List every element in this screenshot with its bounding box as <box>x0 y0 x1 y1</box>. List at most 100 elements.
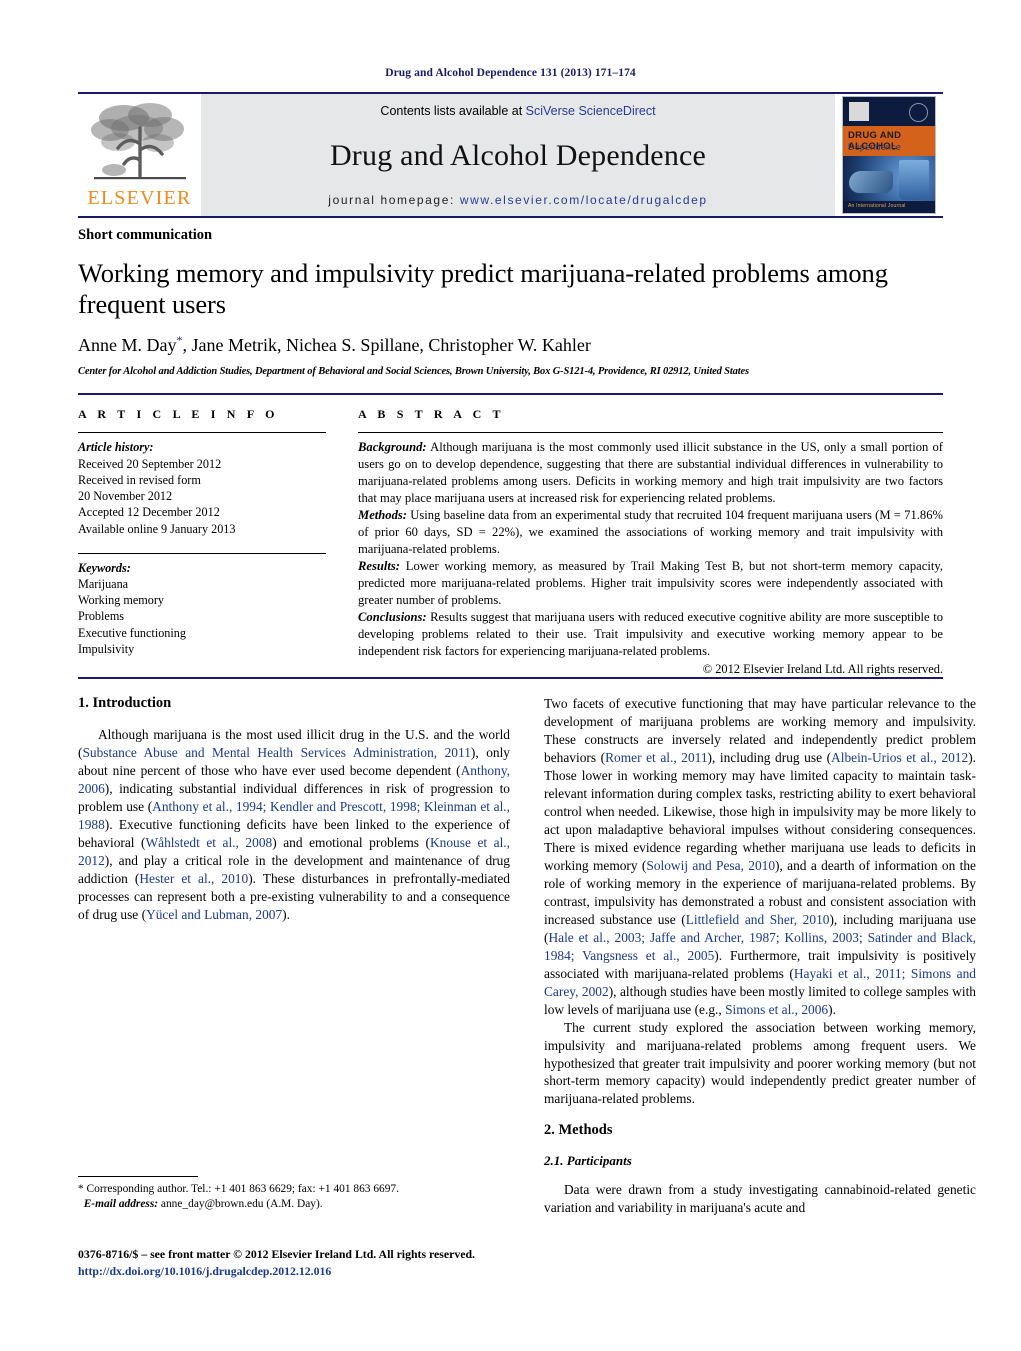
body-text: ). Those lower in working memory may hav… <box>544 750 977 874</box>
abstract-body: Background: Although marijuana is the mo… <box>358 439 943 660</box>
history-item: 20 November 2012 <box>78 489 173 504</box>
section-heading-methods: 2. Methods <box>544 1122 613 1139</box>
doi-link[interactable]: http://dx.doi.org/10.1016/j.drugalcdep.2… <box>78 1263 678 1280</box>
homepage-url-link[interactable]: www.elsevier.com/locate/drugalcdep <box>460 193 708 207</box>
abstract-methods: Methods: Using baseline data from an exp… <box>358 507 943 558</box>
footnote-corresponding-text: Corresponding author. Tel.: +1 401 863 6… <box>83 1183 399 1195</box>
body-text: ) and emotional problems ( <box>272 835 430 851</box>
abstract-copyright: © 2012 Elsevier Ireland Ltd. All rights … <box>702 662 943 677</box>
body-column-right: Two facets of executive functioning that… <box>544 695 976 1217</box>
abstract-results-label: Results: <box>358 559 400 574</box>
info-and-abstract: A R T I C L E I N F O Article history: R… <box>78 393 943 677</box>
document-type: Short communication <box>78 227 213 243</box>
section-heading-introduction: 1. Introduction <box>78 695 172 712</box>
abstract-methods-label: Methods: <box>358 508 407 523</box>
citation-link[interactable]: Simons et al., 2006 <box>725 1002 828 1017</box>
article-header: Short communication Working memory and i… <box>78 216 943 377</box>
citation-link[interactable]: Solowij and Pesa, 2010 <box>646 858 775 873</box>
citation-link[interactable]: Hester et al., 2010 <box>139 871 248 886</box>
journal-homepage-line: journal homepage: www.elsevier.com/locat… <box>328 193 707 207</box>
keyword-item: Marijuana <box>78 577 129 591</box>
cover-elsevier-mark-icon <box>849 102 869 121</box>
keywords-block: Keywords: Marijuana Working memory Probl… <box>78 560 326 657</box>
article-info-rule <box>78 432 326 434</box>
issn-copyright-line: 0376-8716/$ – see front matter © 2012 El… <box>78 1247 475 1261</box>
corresponding-email-link[interactable]: anne_day@brown.edu <box>161 1198 264 1210</box>
intro-paragraph-2-cont: Two facets of executive functioning that… <box>544 695 976 1018</box>
article-info-column: A R T I C L E I N F O Article history: R… <box>78 407 326 677</box>
citation-link[interactable]: Littlefield and Sher, 2010 <box>686 912 830 927</box>
abstract-background-text: Although marijuana is the most commonly … <box>358 440 943 506</box>
authors-names: Anne M. Day*, Jane Metrik, Nichea S. Spi… <box>78 333 591 356</box>
cover-bottom-bar: An International Journal <box>843 201 935 213</box>
body-text: Data were drawn from a study investigati… <box>544 1182 976 1216</box>
elsevier-logo: ELSEVIER <box>78 94 201 216</box>
cover-hand-shape <box>849 171 893 193</box>
paper-page: Drug and Alcohol Dependence 131 (2013) 1… <box>0 0 1021 1351</box>
history-item: Available online 9 January 2013 <box>78 521 236 536</box>
sciencedirect-link[interactable]: SciVerse ScienceDirect <box>526 104 656 118</box>
journal-masthead: ELSEVIER Contents lists available at Sci… <box>78 92 943 216</box>
history-item: Accepted 12 December 2012 <box>78 505 220 520</box>
subsection-heading-participants: 2.1. Participants <box>544 1153 632 1169</box>
citation-link[interactable]: Albein-Urios et al., 2012 <box>831 750 968 765</box>
participants-paragraph-1: Data were drawn from a study investigati… <box>544 1181 976 1217</box>
abstract-conclusions-label: Conclusions: <box>358 610 427 625</box>
keyword-item: Impulsivity <box>78 641 135 656</box>
abstract-results-text: Lower working memory, as measured by Tra… <box>358 559 943 608</box>
abstract-conclusions: Conclusions: Results suggest that mariju… <box>358 609 943 660</box>
abstract-conclusions-text: Results suggest that marijuana users wit… <box>358 610 943 659</box>
intro-paragraph-3: The current study explored the associati… <box>544 1019 976 1109</box>
page-title: Working memory and impulsivity predict m… <box>78 258 888 319</box>
author-list: Anne M. Day*, Jane Metrik, Nichea S. Spi… <box>78 333 943 356</box>
corresponding-author-note: * Corresponding author. Tel.: +1 401 863… <box>78 1182 510 1213</box>
cover-image: DRUG AND ALCOHOL Dependence An Internati… <box>842 96 936 214</box>
citation-link[interactable]: Substance Abuse and Mental Health Servic… <box>82 745 470 760</box>
elsevier-tree-icon <box>90 103 186 180</box>
email-suffix: (A.M. Day). <box>263 1198 323 1211</box>
elsevier-wordmark: ELSEVIER <box>87 187 192 209</box>
keyword-item: Working memory <box>78 593 165 608</box>
corresponding-author-marker: * <box>176 333 183 348</box>
article-history-block: Article history: Received 20 September 2… <box>78 439 326 536</box>
author-affiliation: Center for Alcohol and Addiction Studies… <box>78 366 749 378</box>
body-text: ), including drug use ( <box>707 750 832 766</box>
keyword-item: Problems <box>78 609 125 624</box>
journal-cover-thumbnail: DRUG AND ALCOHOL Dependence An Internati… <box>835 94 943 216</box>
body-text: The current study explored the associati… <box>544 1019 976 1107</box>
cover-title-line2: Dependence <box>848 142 902 152</box>
homepage-prefix: journal homepage: <box>328 193 460 207</box>
footnote-rule <box>78 1176 198 1177</box>
abstract-label: A B S T R A C T <box>358 407 505 422</box>
article-history-heading: Article history: <box>78 440 154 455</box>
abstract-rule <box>358 432 943 434</box>
abstract-background-label: Background: <box>358 440 427 455</box>
contents-prefix: Contents lists available at <box>380 104 526 118</box>
journal-title: Drug and Alcohol Dependence <box>329 138 707 172</box>
footnote-area: * Corresponding author. Tel.: +1 401 863… <box>78 1176 510 1213</box>
body-text: ). <box>282 907 290 922</box>
cover-title-band: DRUG AND ALCOHOL Dependence <box>843 126 935 156</box>
citation-link[interactable]: Yücel and Lubman, 2007 <box>146 907 282 922</box>
citation-link[interactable]: Romer et al., 2011 <box>605 750 707 765</box>
article-body: 1. Introduction Although marijuana is th… <box>78 677 976 1217</box>
abstract-column: A B S T R A C T Background: Although mar… <box>358 407 943 677</box>
cover-bottom-text: An International Journal <box>848 203 906 209</box>
citation-link[interactable]: Wåhlstedt et al., 2008 <box>146 835 273 850</box>
abstract-methods-text: Using baseline data from an experimental… <box>358 508 943 557</box>
body-column-left: 1. Introduction Although marijuana is th… <box>78 695 510 1217</box>
cover-globe-icon <box>909 103 928 122</box>
cover-glass-shape <box>899 160 929 200</box>
intro-paragraph-1: Although marijuana is the most used illi… <box>78 726 510 923</box>
contents-list-line: Contents lists available at SciVerse Sci… <box>380 104 655 118</box>
imprint-block: 0376-8716/$ – see front matter © 2012 El… <box>78 1246 678 1279</box>
masthead-center: Contents lists available at SciVerse Sci… <box>201 94 835 216</box>
keywords-heading: Keywords: <box>78 560 131 575</box>
body-text: ). <box>828 1001 836 1017</box>
email-label: E-mail address: <box>83 1198 159 1211</box>
keyword-item: Executive functioning <box>78 625 186 640</box>
article-info-label: A R T I C L E I N F O <box>78 407 279 422</box>
abstract-results: Results: Lower working memory, as measur… <box>358 558 943 609</box>
